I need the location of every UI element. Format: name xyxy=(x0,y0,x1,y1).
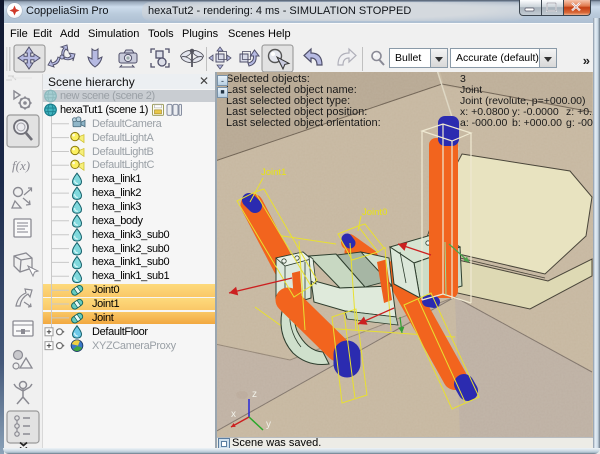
svg-text:x: x xyxy=(231,409,236,420)
svg-text:Joint0: Joint0 xyxy=(362,207,387,218)
svg-text:z: z xyxy=(252,389,257,400)
svg-text:f(x): f(x) xyxy=(12,158,30,173)
svg-text:Joint1: Joint1 xyxy=(261,167,286,178)
svg-text:y: y xyxy=(266,419,271,430)
